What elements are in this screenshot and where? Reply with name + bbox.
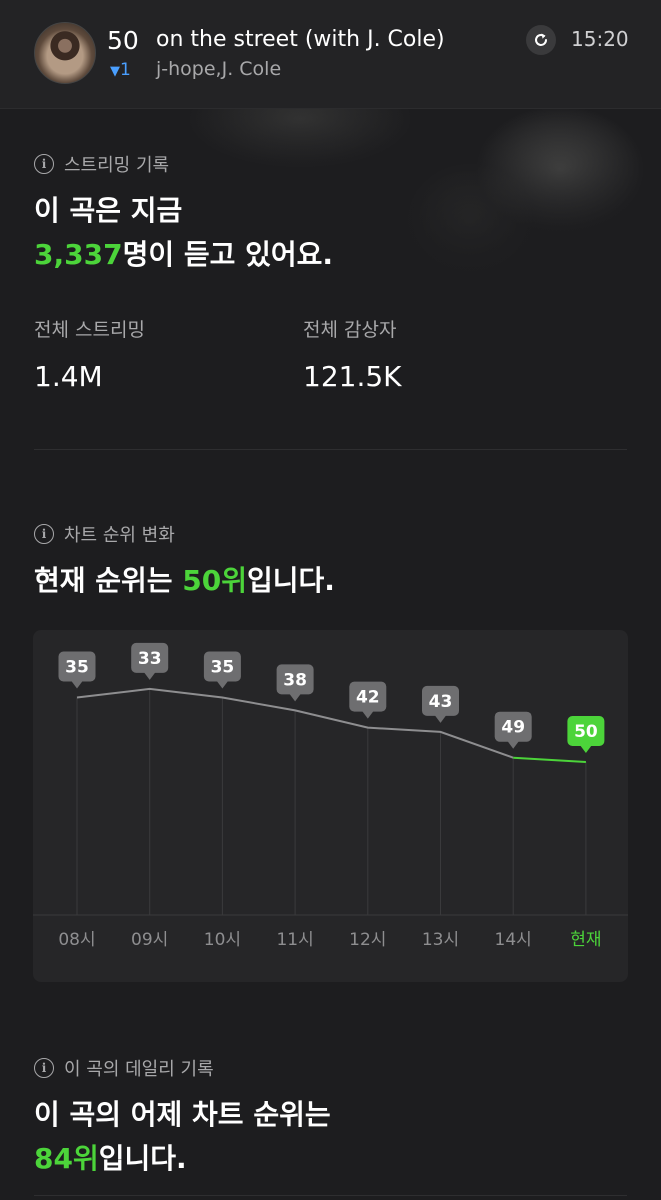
chart-headline-suffix: 입니다. [247,564,335,597]
data-label-pointer [71,680,83,689]
data-label-pointer [361,710,374,719]
data-label-pointer [579,745,592,753]
streaming-section-label: i 스트리밍 기록 [34,151,169,177]
rank-data-label: 43 [422,685,459,723]
section-divider [34,1195,627,1196]
track-title: on the street (with J. Cole) [156,27,445,52]
rank-data-label: 38 [276,664,314,702]
total-streams-value: 1.4M [34,360,103,393]
x-tick-label: 현재 [570,930,601,950]
x-tick-label: 09시 [131,930,168,950]
refresh-icon[interactable] [526,25,556,55]
update-time: 15:20 [571,27,629,51]
total-streams-label: 전체 스트리밍 [34,319,145,341]
data-label-value: 38 [283,670,307,690]
daily-headline-suffix: 입니다. [98,1142,187,1175]
x-tick-label: 11시 [276,930,313,950]
daily-section-title: 이 곡의 데일리 기록 [64,1059,214,1080]
x-tick-label: 13시 [422,930,459,950]
data-label-value: 50 [574,722,598,742]
info-icon[interactable]: i [34,524,54,544]
data-label-pointer [289,693,302,702]
x-tick-label: 12시 [349,930,386,950]
x-tick-label: 14시 [495,930,532,950]
chart-headline-prefix: 현재 순위는 [34,564,183,597]
rank-data-label: 50 [567,716,605,753]
rank-data-label: 49 [494,711,532,749]
chart-section-title: 차트 순위 변화 [64,525,175,546]
data-label-pointer [507,740,520,749]
rank-number: 50 [107,26,139,55]
daily-section-label: i 이 곡의 데일리 기록 [34,1055,214,1081]
rank-current-segment [513,756,586,763]
streaming-section-title: 스트리밍 기록 [64,155,170,176]
rank-data-label: 35 [203,651,241,689]
rank-change-value: 1 [120,60,131,80]
rank-chart-card: 35 33 35 38 42 43 49 50 08시 09시 10시 11시 12시 13시 14시 현재 [33,630,628,982]
streaming-headline-line2: 3,337명이 듣고 있어요. [34,233,333,273]
streaming-headline-line1: 이 곡은 지금 [34,194,183,227]
section-divider [34,449,627,450]
data-label-pointer [143,671,156,680]
data-label-pointer [216,680,229,689]
chart-section-label: i 차트 순위 변화 [34,521,175,547]
yesterday-rank: 84위 [34,1142,99,1175]
info-icon[interactable]: i [34,154,54,174]
data-label-value: 33 [138,649,162,669]
rank-data-label: 33 [131,642,169,680]
x-tick-label: 10시 [204,930,241,950]
data-label-value: 49 [501,718,525,738]
artist-names: j-hope,J. Cole [156,58,282,80]
rank-data-label: 35 [58,651,96,689]
data-label-pointer [434,714,447,723]
info-icon[interactable]: i [34,1058,54,1078]
current-rank: 50위 [182,564,248,597]
data-label-value: 42 [356,688,380,708]
listeners-now: 3,337 [34,238,123,271]
album-art [34,22,96,84]
x-tick-label: 08시 [58,930,95,950]
data-label-value: 35 [65,658,89,678]
total-listeners-value: 121.5K [303,360,402,393]
total-listeners-label: 전체 감상자 [303,319,397,341]
rank-line-chart: 35 33 35 38 42 43 49 50 08시 09시 10시 11시 12시 13시 14시 현재 [33,642,628,950]
data-label-value: 43 [429,692,453,712]
down-triangle-icon: ▼ [110,64,120,79]
daily-headline-line2: 84위입니다. [34,1137,187,1177]
chart-headline: 현재 순위는 50위입니다. [34,559,335,599]
daily-headline-line1: 이 곡의 어제 차트 순위는 [34,1098,331,1131]
now-playing-header[interactable]: 50 on the street (with J. Cole) ▼1 j-hop… [0,0,661,109]
listeners-suffix: 명이 듣고 있어요. [122,238,334,271]
data-label-value: 35 [211,658,235,678]
rank-data-label: 42 [349,681,387,719]
rank-change: ▼1 [110,60,131,80]
